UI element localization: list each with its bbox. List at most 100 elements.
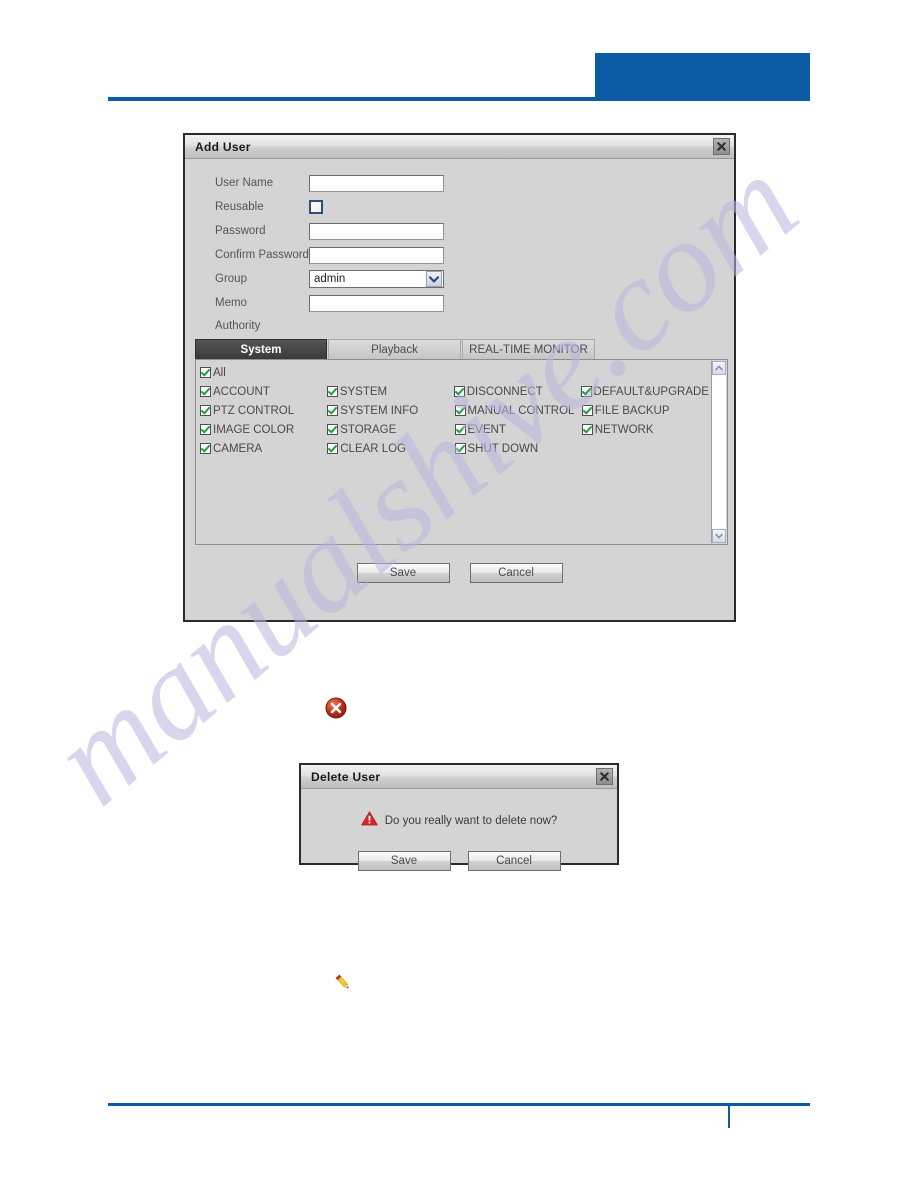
tab-real-time-monitor[interactable]: REAL-TIME MONITOR [462, 339, 595, 359]
permission-label: CAMERA [213, 442, 263, 455]
permission-label: EVENT [467, 423, 506, 436]
permission-label: DISCONNECT [466, 385, 543, 398]
footer-tick [728, 1106, 730, 1128]
delete-user-dialog: Delete User Do you really want to delete… [299, 763, 619, 871]
reusable-checkbox[interactable] [309, 200, 323, 214]
field-row-group: Group admin [185, 267, 734, 291]
checkbox-checked-icon[interactable] [327, 443, 339, 454]
delete-user-body: Do you really want to delete now? Save C… [301, 811, 617, 871]
permission-network[interactable]: NETWORK [581, 423, 709, 436]
authority-label: Authority [215, 320, 261, 332]
checkbox-checked-icon[interactable] [581, 405, 593, 416]
add-user-button-row: Save Cancel [185, 563, 734, 583]
group-select-value: admin [314, 273, 346, 285]
permission-row: PTZ CONTROL SYSTEM INFO MANUAL CONTROL F… [200, 401, 709, 420]
delete-user-button-row: Save Cancel [301, 851, 617, 871]
permission-event[interactable]: EVENT [454, 423, 582, 436]
permission-grid: All ACCOUNT SYSTEM DISCONNECT DEFAULT&UP… [200, 363, 709, 458]
checkbox-checked-icon[interactable] [454, 405, 466, 416]
footer-rule [108, 1103, 810, 1106]
scroll-down-icon[interactable] [712, 529, 726, 543]
permission-manual-control[interactable]: MANUAL CONTROL [454, 404, 582, 417]
cancel-button[interactable]: Cancel [469, 563, 563, 583]
field-row-memo: Memo [185, 291, 734, 315]
permission-default-upgrade[interactable]: DEFAULT&UPGRADE [580, 385, 709, 398]
chevron-down-icon[interactable] [426, 271, 442, 287]
permission-account[interactable]: ACCOUNT [200, 386, 327, 398]
checkbox-checked-icon[interactable] [454, 424, 466, 435]
permission-image-color[interactable]: IMAGE COLOR [200, 424, 327, 436]
delete-user-titlebar: Delete User [301, 765, 617, 789]
memo-label: Memo [215, 297, 247, 309]
checkbox-checked-icon[interactable] [200, 443, 211, 454]
permission-all[interactable]: All [200, 367, 330, 379]
permission-storage[interactable]: STORAGE [327, 424, 454, 436]
user-name-input[interactable] [309, 174, 444, 192]
user-name-label: User Name [215, 177, 274, 189]
permission-label: SYSTEM [339, 385, 388, 398]
checkbox-checked-icon[interactable] [453, 386, 465, 397]
pencil-edit-icon[interactable] [333, 973, 353, 998]
permission-label: CLEAR LOG [340, 442, 407, 455]
group-label: Group [215, 273, 247, 285]
permission-label: FILE BACKUP [594, 404, 670, 417]
permission-row-all: All [200, 363, 709, 382]
permission-label: PTZ CONTROL [213, 404, 295, 417]
password-label: Password [215, 225, 266, 237]
password-input[interactable] [309, 222, 444, 240]
permission-row: ACCOUNT SYSTEM DISCONNECT DEFAULT&UPGRAD… [200, 382, 709, 401]
tab-playback[interactable]: Playback [328, 339, 461, 359]
group-select[interactable]: admin [309, 270, 444, 288]
field-row-reusable: Reusable [185, 195, 734, 219]
permission-row: CAMERA CLEAR LOG SHUT DOWN [200, 439, 709, 458]
permission-disconnect[interactable]: DISCONNECT [453, 385, 581, 398]
delete-save-button[interactable]: Save [357, 851, 451, 871]
confirm-password-input[interactable] [309, 246, 444, 264]
permission-label: MANUAL CONTROL [467, 404, 575, 417]
permission-label: STORAGE [340, 423, 397, 436]
permission-shut-down[interactable]: SHUT DOWN [454, 442, 582, 455]
checkbox-checked-icon[interactable] [326, 386, 338, 397]
checkbox-checked-icon[interactable] [200, 386, 211, 397]
checkbox-checked-icon[interactable] [327, 405, 339, 416]
field-row-user-name: User Name [185, 171, 734, 195]
checkbox-checked-icon[interactable] [200, 424, 211, 435]
permission-all-label: All [213, 366, 226, 379]
delete-cancel-button[interactable]: Cancel [467, 851, 561, 871]
delete-circle-icon[interactable] [325, 697, 347, 724]
permission-label: SHUT DOWN [467, 442, 539, 455]
checkbox-checked-icon[interactable] [200, 367, 211, 378]
permission-label: DEFAULT&UPGRADE [593, 385, 709, 398]
permission-system[interactable]: SYSTEM [326, 385, 454, 398]
permission-label: SYSTEM INFO [340, 404, 419, 417]
checkbox-checked-icon[interactable] [581, 424, 593, 435]
permission-camera[interactable]: CAMERA [200, 443, 327, 455]
checkbox-checked-icon[interactable] [200, 405, 211, 416]
delete-user-message: Do you really want to delete now? [384, 815, 558, 827]
tab-system[interactable]: System [195, 339, 327, 359]
checkbox-checked-icon[interactable] [580, 386, 592, 397]
save-button[interactable]: Save [356, 563, 450, 583]
memo-input[interactable] [309, 294, 444, 312]
permission-row: IMAGE COLOR STORAGE EVENT NETWORK [200, 420, 709, 439]
add-user-title: Add User [195, 139, 251, 154]
header-accent-block [595, 53, 810, 100]
close-icon[interactable] [713, 138, 730, 155]
field-row-confirm-password: Confirm Password [185, 243, 734, 267]
permission-label: NETWORK [594, 423, 654, 436]
checkbox-checked-icon[interactable] [454, 443, 466, 454]
permission-scrollbar[interactable] [711, 361, 726, 543]
delete-user-title: Delete User [311, 769, 381, 784]
field-row-password: Password [185, 219, 734, 243]
close-icon[interactable] [596, 768, 613, 785]
confirm-password-label: Confirm Password [215, 249, 309, 261]
permission-label: IMAGE COLOR [213, 423, 295, 436]
add-user-titlebar: Add User [185, 135, 734, 159]
permission-file-backup[interactable]: FILE BACKUP [581, 404, 709, 417]
permission-clear-log[interactable]: CLEAR LOG [327, 443, 454, 455]
permission-ptz-control[interactable]: PTZ CONTROL [200, 405, 327, 417]
scroll-up-icon[interactable] [712, 361, 726, 375]
permission-system-info[interactable]: SYSTEM INFO [327, 405, 454, 417]
add-user-form: User Name Reusable Password Confirm Pass… [185, 159, 734, 583]
checkbox-checked-icon[interactable] [327, 424, 339, 435]
